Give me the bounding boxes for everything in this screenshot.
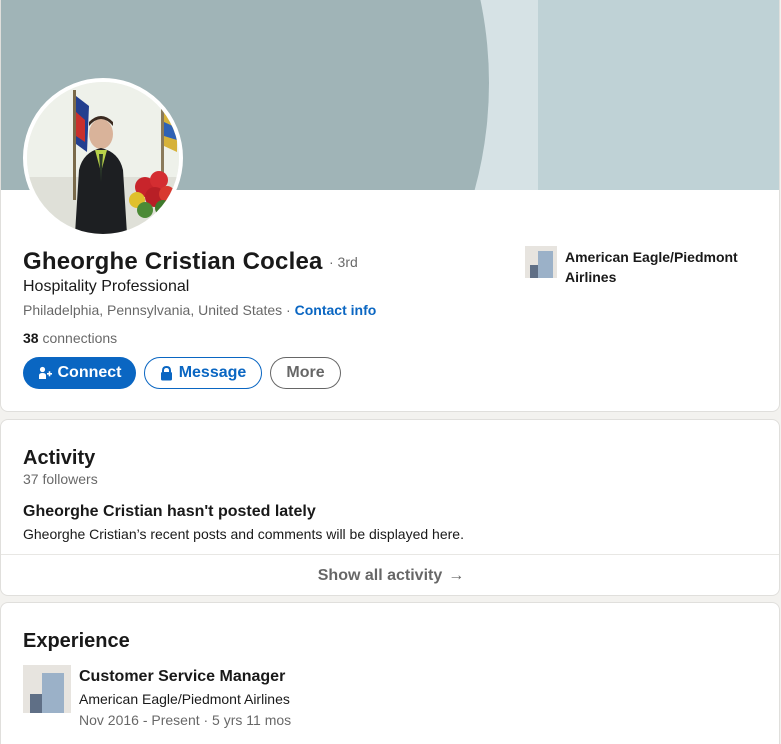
company-logo-icon[interactable] bbox=[525, 246, 557, 278]
no-posts-title: Gheorghe Cristian hasn't posted lately bbox=[23, 503, 316, 520]
connection-degree: · 3rd bbox=[329, 254, 358, 270]
followers-count[interactable]: 37 followers bbox=[23, 471, 98, 487]
profile-location: Philadelphia, Pennsylvania, United State… bbox=[23, 302, 283, 318]
message-button[interactable]: Message bbox=[144, 357, 262, 389]
profile-name: Gheorghe Cristian Coclea bbox=[23, 248, 323, 275]
experience-role: Customer Service Manager bbox=[79, 668, 286, 685]
show-all-label: Show all activity bbox=[317, 567, 443, 584]
no-posts-description: Gheorghe Cristian’s recent posts and com… bbox=[23, 526, 464, 542]
experience-section: Experience Customer Service Manager Amer… bbox=[0, 602, 780, 744]
show-all-activity-button[interactable]: Show all activity → bbox=[1, 555, 779, 595]
experience-dates: Nov 2016 - Present · 5 yrs 11 mos bbox=[79, 712, 292, 728]
connect-button[interactable]: Connect bbox=[23, 357, 136, 389]
profile-top-card: Gheorghe Cristian Coclea · 3rd Hospitali… bbox=[0, 0, 780, 412]
message-label: Message bbox=[178, 364, 247, 381]
person-add-icon bbox=[38, 366, 52, 379]
location-separator: · bbox=[282, 302, 295, 318]
profile-headline: Hospitality Professional bbox=[23, 278, 190, 295]
lock-icon bbox=[160, 365, 172, 380]
current-company-name[interactable]: American Eagle/Piedmont Airlines bbox=[565, 247, 755, 287]
connections-count: 38 connections bbox=[23, 330, 117, 346]
connections-label: connections bbox=[38, 330, 118, 346]
avatar-photo bbox=[27, 82, 179, 234]
more-label: More bbox=[286, 364, 325, 381]
location-row: Philadelphia, Pennsylvania, United State… bbox=[23, 302, 376, 318]
connect-label: Connect bbox=[57, 364, 122, 381]
more-button[interactable]: More bbox=[270, 357, 341, 389]
experience-company[interactable]: American Eagle/Piedmont Airlines bbox=[79, 691, 290, 707]
banner-panel bbox=[538, 0, 779, 190]
experience-company-logo-icon[interactable] bbox=[23, 665, 71, 713]
experience-title: Experience bbox=[23, 630, 130, 652]
arrow-right-icon: → bbox=[448, 567, 465, 584]
contact-info-link[interactable]: Contact info bbox=[295, 302, 377, 318]
activity-title: Activity bbox=[23, 447, 96, 469]
connections-number: 38 bbox=[23, 330, 39, 346]
profile-avatar[interactable] bbox=[23, 78, 183, 238]
activity-section: Activity 37 followers Gheorghe Cristian … bbox=[0, 419, 780, 596]
